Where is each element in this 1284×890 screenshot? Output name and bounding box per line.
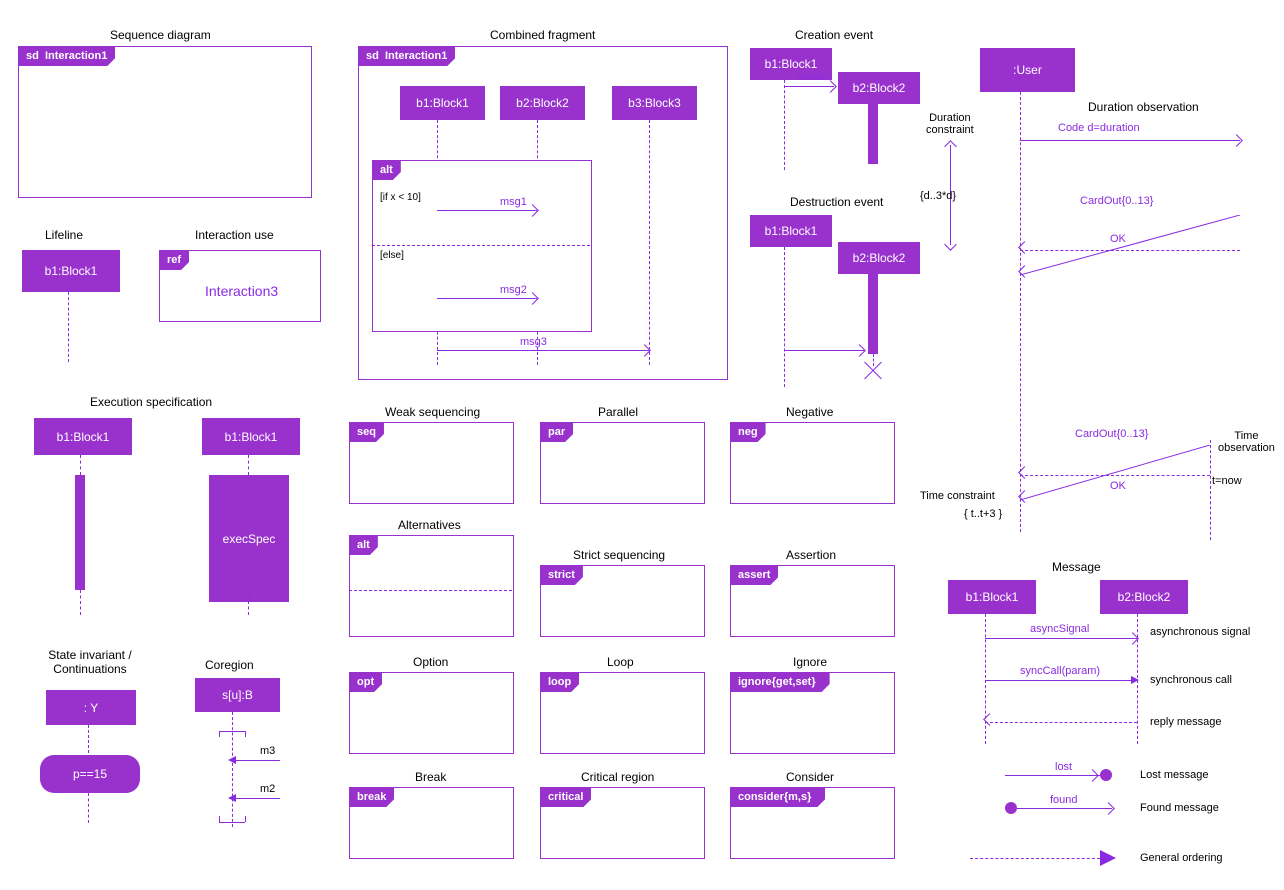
frag-seq: seq <box>349 422 514 504</box>
cf-b1: b1:Block1 <box>400 86 485 120</box>
title-time-con: Time constraint <box>920 490 995 502</box>
duration-code: Code d=duration <box>1058 122 1140 134</box>
msg-found-lbl: Found message <box>1140 802 1219 814</box>
time-cardout: CardOut{0..13} <box>1075 428 1148 440</box>
frag-assert: assert <box>730 565 895 637</box>
cf-msg2: msg2 <box>500 284 527 296</box>
title-assertion: Assertion <box>786 548 836 562</box>
frag-neg: neg <box>730 422 895 504</box>
title-critical: Critical region <box>581 770 654 784</box>
title-ignore: Ignore <box>793 655 827 669</box>
ref-tag: ref <box>159 250 189 270</box>
title-weak-seq: Weak sequencing <box>385 405 480 419</box>
sd-tag: sd Interaction1 <box>18 46 115 66</box>
title-duration-con: Duration constraint <box>926 112 974 136</box>
exec-b2: b1:Block1 <box>202 418 300 455</box>
alt-cond1: [if x < 10] <box>380 192 421 203</box>
title-lifeline: Lifeline <box>45 228 83 242</box>
interaction-use-box: ref Interaction3 <box>159 250 321 322</box>
duration-constraint: {d..3*d} <box>920 190 956 202</box>
exec-bar1 <box>75 475 85 590</box>
cf-msg1: msg1 <box>500 196 527 208</box>
lost-dot <box>1100 769 1112 781</box>
frag-alt: alt <box>349 535 514 637</box>
lifeline-block: b1:Block1 <box>22 250 120 292</box>
alt-cond2: [else] <box>380 250 404 261</box>
msg-sync-lbl: synchronous call <box>1150 674 1232 686</box>
duration-ok: OK <box>1110 233 1126 245</box>
destr-exec <box>868 274 878 354</box>
msg-general-lbl: General ordering <box>1140 852 1223 864</box>
frag-strict: strict <box>540 565 705 637</box>
state-y: : Y <box>46 690 136 725</box>
time-tnow: t=now <box>1212 475 1242 487</box>
title-alternatives: Alternatives <box>398 518 461 532</box>
cf-msg3: msg3 <box>520 336 547 348</box>
title-destruction: Destruction event <box>790 195 883 209</box>
msg-b1: b1:Block1 <box>948 580 1036 614</box>
title-strict: Strict sequencing <box>573 548 665 562</box>
title-loop: Loop <box>607 655 634 669</box>
frag-consider: consider{m,s} <box>730 787 895 859</box>
msg-found: found <box>1050 794 1078 806</box>
cf-tag: sd Interaction1 <box>358 46 455 66</box>
title-message: Message <box>1052 560 1101 574</box>
title-consider: Consider <box>786 770 834 784</box>
msg-async-lbl: asynchronous signal <box>1150 626 1260 638</box>
title-time-obs: Time observation <box>1218 430 1275 454</box>
title-creation: Creation event <box>795 28 873 42</box>
title-state-invariant: State invariant / Continuations <box>35 648 145 676</box>
alt-fragment: alt <box>372 160 592 332</box>
coregion-m2: m2 <box>260 783 275 795</box>
msg-sync: syncCall(param) <box>1020 665 1100 677</box>
creation-exec <box>868 104 878 164</box>
msg-lost: lost <box>1055 761 1072 773</box>
msg-async: asyncSignal <box>1030 623 1089 635</box>
frag-critical: critical <box>540 787 705 859</box>
frag-loop: loop <box>540 672 705 754</box>
title-negative: Negative <box>786 405 833 419</box>
time-ok: OK <box>1110 480 1126 492</box>
title-combined-fragment: Combined fragment <box>490 28 595 42</box>
msg-b2: b2:Block2 <box>1100 580 1188 614</box>
lifeline-dash <box>68 292 69 362</box>
cf-b2: b2:Block2 <box>500 86 585 120</box>
title-exec-spec: Execution specification <box>90 395 212 409</box>
msg-lost-lbl: Lost message <box>1140 769 1208 781</box>
title-coregion: Coregion <box>205 658 254 672</box>
coregion-block: s[u]:B <box>195 678 280 712</box>
title-parallel: Parallel <box>598 405 638 419</box>
interaction-use-name: Interaction3 <box>205 283 278 299</box>
title-sequence-diagram: Sequence diagram <box>110 28 211 42</box>
frag-par: par <box>540 422 705 504</box>
general-arrow <box>1100 850 1116 866</box>
destruction-x <box>861 358 885 382</box>
duration-cardout: CardOut{0..13} <box>1080 195 1153 207</box>
exec-spec-label-bar: execSpec <box>209 475 289 602</box>
create-msg: create <box>798 72 826 83</box>
alt-tag: alt <box>372 160 401 180</box>
exec-b1: b1:Block1 <box>34 418 132 455</box>
destr-b2: b2:Block2 <box>838 242 920 274</box>
coregion-m3: m3 <box>260 745 275 757</box>
time-constraint: { t..t+3 } <box>964 508 1002 520</box>
msg-reply-lbl: reply message <box>1150 716 1222 728</box>
destr-b1: b1:Block1 <box>750 215 832 247</box>
frag-opt: opt <box>349 672 514 754</box>
title-interaction-use: Interaction use <box>195 228 274 242</box>
found-dot <box>1005 802 1017 814</box>
user-block: :User <box>980 48 1075 92</box>
state-p: p==15 <box>40 755 140 793</box>
sequence-diagram-box: sd Interaction1 <box>18 46 312 198</box>
cf-b3: b3:Block3 <box>612 86 697 120</box>
creation-b2: b2:Block2 <box>838 72 920 104</box>
frag-break: break <box>349 787 514 859</box>
title-option: Option <box>413 655 448 669</box>
frag-ignore: ignore{get,set} <box>730 672 895 754</box>
title-break: Break <box>415 770 446 784</box>
title-duration-obs: Duration observation <box>1088 100 1199 114</box>
